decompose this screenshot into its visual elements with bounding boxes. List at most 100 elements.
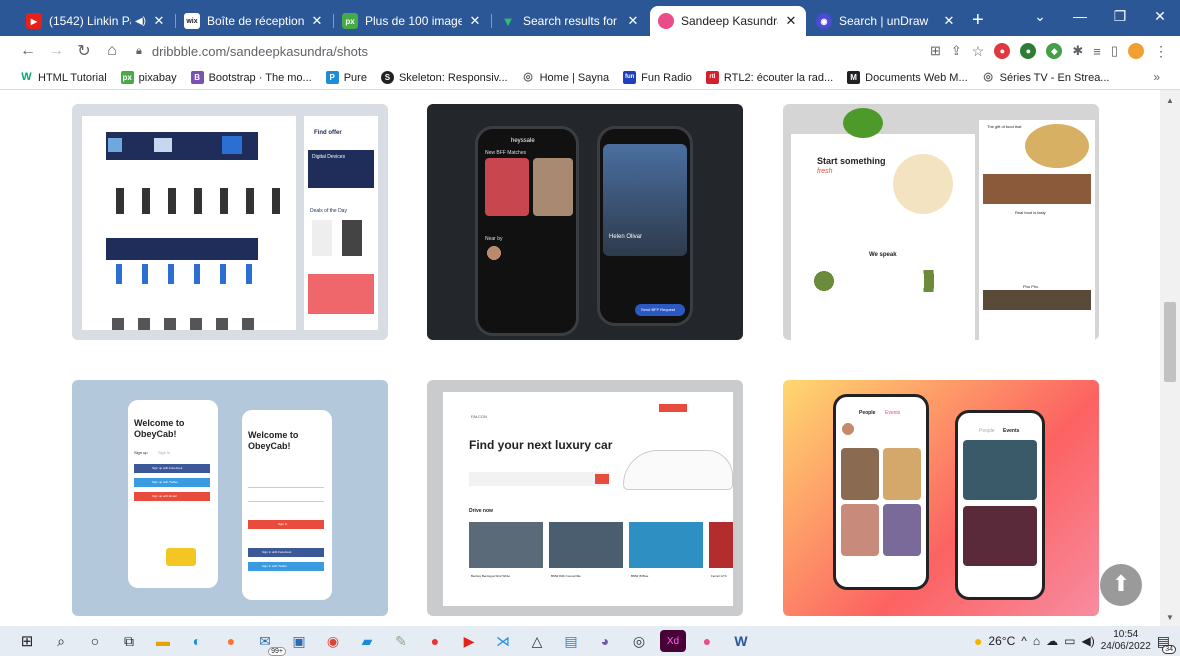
vscode-icon[interactable]: ⋊ xyxy=(490,630,516,652)
chrome-icon[interactable]: ◉ xyxy=(320,630,346,652)
store-icon[interactable]: ▣ xyxy=(286,630,312,652)
bookmark-star-icon[interactable]: ☆ xyxy=(972,43,985,60)
tab-wix[interactable]: wix Boîte de réception | W ✕ xyxy=(176,6,334,36)
lock-icon[interactable]: 🔒︎ xyxy=(136,45,142,58)
profile-avatar[interactable] xyxy=(1128,43,1144,59)
close-window-button[interactable]: ✕ xyxy=(1140,0,1180,32)
battery-icon[interactable]: ▭ xyxy=(1064,634,1075,648)
shot-dating-app[interactable]: heyssale New BFF Matches Near by Helen O… xyxy=(427,104,743,340)
youtube-icon[interactable]: ▶ xyxy=(456,630,482,652)
shot-events-app[interactable]: People Events People Events xyxy=(783,380,1099,616)
volume-icon[interactable]: ◀) xyxy=(1081,634,1094,648)
tab-dribbble[interactable]: Sandeep Kasundra | D ✕ xyxy=(650,6,806,36)
bookmark-series-tv[interactable]: ◎ Séries TV - En Strea... xyxy=(982,71,1109,84)
app-yellow-icon[interactable]: △ xyxy=(524,630,550,652)
cortana-icon[interactable]: ○ xyxy=(82,630,108,652)
tab-pixabay[interactable]: px Plus de 100 images v ✕ xyxy=(334,6,492,36)
menu-icon[interactable]: ⋮ xyxy=(1154,43,1168,60)
network-icon[interactable]: ⌂ xyxy=(1033,634,1040,648)
media-player-icon[interactable]: ◎ xyxy=(626,630,652,652)
close-icon[interactable]: ✕ xyxy=(784,13,798,29)
bookmark-skeleton[interactable]: S Skeleton: Responsiv... xyxy=(380,71,508,84)
reading-list-icon[interactable]: ≡ xyxy=(1093,44,1101,59)
scroll-to-top-button[interactable]: ⬆ xyxy=(1100,564,1142,606)
bookmark-pixabay[interactable]: px pixabay xyxy=(120,71,177,84)
bookmark-html-tutorial[interactable]: W HTML Tutorial xyxy=(20,71,106,84)
notification-count: 34 xyxy=(1162,644,1176,654)
shot-text: Sign in with Facebook xyxy=(262,550,292,554)
shot-luxury-car[interactable]: FALCON Find your next luxury car Drive n… xyxy=(427,380,743,616)
arrow-up-icon: ⬆ xyxy=(1111,571,1131,596)
shot-ecommerce[interactable]: Find offer Digital Devices Deals of the … xyxy=(72,104,388,340)
file-explorer-icon[interactable]: ▬ xyxy=(150,630,176,652)
clock[interactable]: 10:54 24/06/2022 xyxy=(1101,629,1151,653)
adobe-xd-icon[interactable]: Xd xyxy=(660,630,686,652)
tab-undraw[interactable]: ◉ Search | unDraw ✕ xyxy=(808,6,964,36)
scroll-up-icon[interactable]: ▲ xyxy=(1166,96,1174,105)
bookmark-fun-radio[interactable]: fun Fun Radio xyxy=(623,71,692,84)
task-view-icon[interactable]: ⧉ xyxy=(116,630,142,652)
tab-vectorian[interactable]: ▼ Search results for Mu ✕ xyxy=(492,6,648,36)
app-blue-icon[interactable]: ▤ xyxy=(558,630,584,652)
shot-text: Ferrari GTC xyxy=(711,574,727,578)
address-bar[interactable]: 🔒︎ dribbble.com/sandeepkasundra/shots xyxy=(136,44,876,59)
reload-icon[interactable]: ↻ xyxy=(70,41,98,61)
close-icon[interactable]: ✕ xyxy=(626,13,640,29)
shot-text: New BFF Matches xyxy=(485,150,527,156)
weather-temp[interactable]: 26°C xyxy=(988,634,1015,648)
translate-icon[interactable]: ⊞ xyxy=(930,43,941,59)
new-tab-button[interactable]: + xyxy=(972,6,984,36)
close-icon[interactable]: ✕ xyxy=(152,13,166,29)
shot-text: FALCON xyxy=(471,414,488,419)
tab-search-icon[interactable]: ⌄ xyxy=(1020,0,1060,32)
home-icon[interactable]: ⌂ xyxy=(98,42,126,60)
shot-food[interactable]: Start something fresh We speak The gift … xyxy=(783,104,1099,340)
close-icon[interactable]: ✕ xyxy=(942,13,956,29)
photos-icon[interactable]: ▰ xyxy=(354,630,380,652)
onedrive-icon[interactable]: ☁ xyxy=(1046,634,1058,648)
mail-icon[interactable]: ✉ 99+ xyxy=(252,630,286,656)
side-panel-icon[interactable]: ▯ xyxy=(1111,43,1118,59)
bookmark-sayna[interactable]: ◎ Home | Sayna xyxy=(522,71,609,84)
app-avatar-icon[interactable]: ◕ xyxy=(592,630,618,652)
shot-taxi[interactable]: Welcome to ObeyCab! Sign up Sign in Sign… xyxy=(72,380,388,616)
forward-icon[interactable]: → xyxy=(42,42,70,60)
tab-youtube[interactable]: ▶ (1542) Linkin Park ◀) ✕ xyxy=(18,6,176,36)
scroll-down-icon[interactable]: ▼ xyxy=(1166,613,1174,622)
shot-text: Sign up with Email xyxy=(152,494,177,498)
notifications-icon[interactable]: ▤ 34 xyxy=(1157,633,1176,654)
shot-text: Sign up with Facebook xyxy=(152,466,183,470)
audio-icon[interactable]: ◀) xyxy=(135,16,146,27)
app-pink-icon[interactable]: ● xyxy=(694,630,720,652)
adblock-icon[interactable]: ● xyxy=(994,43,1011,59)
bookmark-bootstrap[interactable]: B Bootstrap · The mo... xyxy=(190,71,312,84)
minimize-button[interactable]: — xyxy=(1060,0,1100,32)
extensions-puzzle-icon[interactable]: ✱ xyxy=(1072,43,1083,59)
extension-green-icon[interactable]: ● xyxy=(1020,43,1037,59)
shot-text: Welcome to ObeyCab! xyxy=(248,430,299,451)
bookmark-documents[interactable]: M Documents Web M... xyxy=(847,71,968,84)
search-icon[interactable]: ⌕ xyxy=(48,630,74,652)
bookmark-pure[interactable]: P Pure xyxy=(325,71,367,84)
windows-start-icon[interactable]: ⊞ xyxy=(14,630,40,652)
extension-leaf-icon[interactable]: ◆ xyxy=(1046,43,1063,59)
close-icon[interactable]: ✕ xyxy=(310,13,324,29)
tray-expand-icon[interactable]: ^ xyxy=(1021,634,1027,648)
bookmark-rtl2[interactable]: rtl RTL2: écouter la rad... xyxy=(705,71,833,84)
share-icon[interactable]: ⇪ xyxy=(951,43,962,59)
paint-icon[interactable]: ✎ xyxy=(388,630,414,652)
close-icon[interactable]: ✕ xyxy=(468,13,482,29)
firefox-icon[interactable]: ● xyxy=(218,630,244,652)
restore-button[interactable]: ❐ xyxy=(1100,0,1140,32)
url-text[interactable]: dribbble.com/sandeepkasundra/shots xyxy=(152,44,368,59)
word-icon[interactable]: W xyxy=(728,630,754,652)
bookmarks-overflow-icon[interactable]: » xyxy=(1153,70,1160,84)
window-controls: ⌄ — ❐ ✕ xyxy=(1020,0,1180,32)
weather-icon[interactable]: ● xyxy=(974,633,982,649)
edge-icon[interactable]: ◐ xyxy=(184,630,210,652)
page-scrollbar[interactable]: ▲ ▼ xyxy=(1160,90,1180,626)
scrollbar-thumb[interactable] xyxy=(1164,302,1176,382)
undraw-icon: ◉ xyxy=(816,13,832,29)
app-red-icon[interactable]: ● xyxy=(422,630,448,652)
back-icon[interactable]: ← xyxy=(14,42,42,60)
